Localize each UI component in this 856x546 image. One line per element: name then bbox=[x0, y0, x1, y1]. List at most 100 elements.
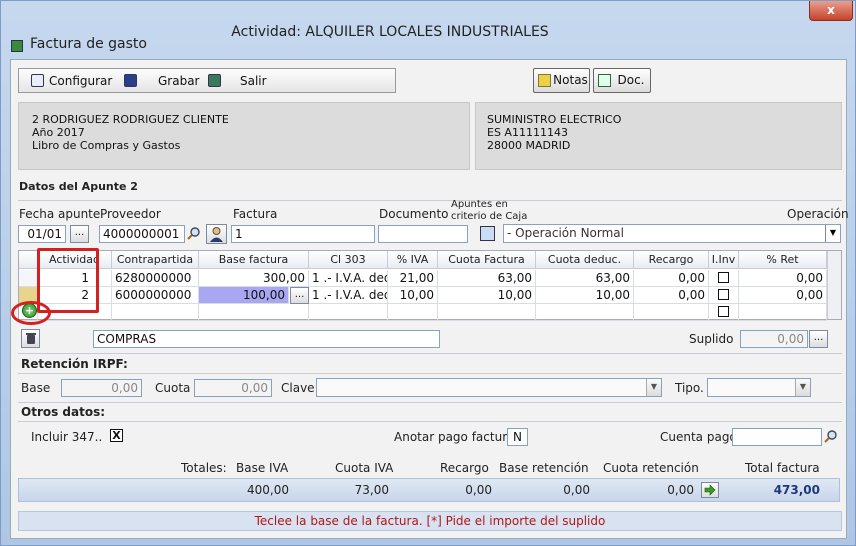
total-factura-label: Total factura bbox=[745, 461, 820, 475]
iinv-checkbox[interactable] bbox=[718, 306, 729, 317]
total-factura: 473,00 bbox=[773, 483, 820, 497]
documento-input[interactable] bbox=[378, 225, 468, 243]
cell-recargo[interactable]: 0,00 bbox=[634, 270, 709, 287]
cuota-ret-label: Cuota retención bbox=[603, 461, 699, 475]
cell-new[interactable] bbox=[112, 304, 199, 321]
supplier-nif: ES A11111143 bbox=[487, 126, 568, 139]
ret-tipo-select[interactable]: ▼ bbox=[707, 378, 811, 397]
cell-new[interactable] bbox=[634, 304, 709, 321]
search-icon[interactable] bbox=[187, 226, 201, 240]
ret-cuota-label: Cuota bbox=[155, 381, 191, 395]
salir-button[interactable]: Salir bbox=[208, 69, 267, 93]
client-name: 2 RODRIGUEZ RODRIGUEZ CLIENTE bbox=[32, 113, 229, 126]
cell-cl303[interactable]: 1 .- I.V.A. ded bbox=[309, 270, 388, 287]
cell-new[interactable] bbox=[309, 304, 388, 321]
row-selector-header bbox=[19, 251, 38, 269]
chevron-down-icon[interactable]: ▼ bbox=[795, 379, 810, 396]
person-icon[interactable] bbox=[206, 224, 227, 244]
cell-iva[interactable]: 10,00 bbox=[388, 287, 438, 304]
col-cuota-factura[interactable]: Cuota Factura bbox=[438, 251, 536, 269]
col-contrapartida[interactable]: Contrapartida bbox=[112, 251, 199, 269]
chevron-down-icon[interactable]: ▼ bbox=[646, 379, 661, 396]
col-iva[interactable]: % IVA bbox=[388, 251, 438, 269]
cell-new[interactable] bbox=[438, 304, 536, 321]
cell-deduc[interactable]: 10,00 bbox=[536, 287, 634, 304]
caja-label: Apuntes en criterio de Caja bbox=[451, 199, 528, 222]
cell-new[interactable] bbox=[199, 304, 309, 321]
totals-bar: 400,00 73,00 0,00 0,00 0,00 473,00 bbox=[18, 478, 840, 502]
ret-base-input[interactable]: 0,00 bbox=[61, 379, 142, 397]
cell-new[interactable] bbox=[739, 304, 827, 321]
proveedor-input[interactable]: 4000000001 bbox=[99, 225, 185, 243]
suplido-input[interactable]: 0,00 bbox=[740, 330, 808, 348]
factura-input[interactable]: 1 bbox=[231, 225, 375, 243]
fecha-label: Fecha apunte bbox=[19, 207, 101, 221]
cuenta-label: Cuenta pago bbox=[660, 430, 737, 444]
base-ellipsis-button[interactable]: ... bbox=[290, 287, 309, 304]
chevron-down-icon[interactable]: ▼ bbox=[825, 225, 840, 242]
incluir-checkbox[interactable]: X bbox=[110, 429, 123, 442]
invoice-lines-grid: Actividad Contrapartida Base factura Cl … bbox=[18, 250, 842, 321]
ret-clave-select[interactable]: ▼ bbox=[316, 378, 662, 397]
supplier-name: SUMINISTRO ELECTRICO bbox=[487, 113, 622, 126]
cell-contrapartida[interactable]: 6000000000 bbox=[112, 287, 199, 304]
grabar-button[interactable]: Grabar bbox=[124, 69, 200, 93]
cell-new[interactable] bbox=[536, 304, 634, 321]
col-base-factura[interactable]: Base factura bbox=[199, 251, 309, 269]
configurar-button[interactable]: Configurar bbox=[31, 69, 112, 93]
total-recargo: 0,00 bbox=[465, 483, 492, 497]
cell-contrapartida[interactable]: 6280000000 bbox=[112, 270, 199, 287]
cell-iinv[interactable] bbox=[709, 304, 739, 321]
form-subtitle: Factura de gasto bbox=[30, 36, 147, 52]
document-tree-icon bbox=[598, 74, 611, 87]
col-cuota-deduc[interactable]: Cuota deduc. bbox=[536, 251, 634, 269]
iinv-checkbox[interactable] bbox=[718, 289, 729, 300]
arrow-right-icon[interactable] bbox=[701, 482, 719, 498]
operacion-label: Operación bbox=[787, 207, 849, 221]
iinv-checkbox[interactable] bbox=[718, 272, 729, 283]
cell-deduc[interactable]: 63,00 bbox=[536, 270, 634, 287]
ret-cuota-input[interactable]: 0,00 bbox=[194, 379, 272, 397]
operacion-select[interactable]: - Operación Normal ▼ bbox=[503, 224, 841, 243]
client-year: Año 2017 bbox=[32, 126, 85, 139]
cell-base[interactable]: 300,00 bbox=[199, 270, 309, 287]
doc-button[interactable]: Doc. bbox=[593, 68, 651, 93]
cuenta-input[interactable] bbox=[732, 428, 822, 446]
fecha-input[interactable]: 01/01 bbox=[18, 225, 66, 243]
highlight-ring bbox=[11, 301, 51, 325]
concepto-input[interactable]: COMPRAS bbox=[93, 330, 440, 348]
cell-new[interactable] bbox=[388, 304, 438, 321]
retencion-heading: Retención IRPF: bbox=[21, 357, 128, 371]
factura-label: Factura bbox=[233, 207, 278, 221]
anotar-input[interactable]: N bbox=[507, 428, 528, 446]
fecha-picker-button[interactable]: ... bbox=[70, 225, 89, 243]
search-icon[interactable] bbox=[824, 429, 838, 443]
cell-cuota[interactable]: 63,00 bbox=[438, 270, 536, 287]
notes-icon bbox=[538, 74, 551, 87]
cell-recargo[interactable]: 0,00 bbox=[634, 287, 709, 304]
row-selector[interactable] bbox=[19, 270, 38, 287]
col-ret[interactable]: % Ret bbox=[739, 251, 827, 269]
cell-ret[interactable]: 0,00 bbox=[739, 287, 827, 304]
cell-cuota[interactable]: 10,00 bbox=[438, 287, 536, 304]
configurar-label: Configurar bbox=[49, 74, 113, 88]
cell-cl303[interactable]: 1 .- I.V.A. ded bbox=[309, 287, 388, 304]
trash-icon[interactable] bbox=[21, 329, 40, 348]
col-cl303[interactable]: Cl 303 bbox=[309, 251, 388, 269]
cell-iinv[interactable] bbox=[709, 270, 739, 287]
col-iinv[interactable]: I.Inv bbox=[709, 251, 739, 269]
cell-base-editing[interactable]: 100,00 bbox=[199, 287, 289, 304]
col-recargo[interactable]: Recargo bbox=[634, 251, 709, 269]
total-base-iva: 400,00 bbox=[247, 483, 289, 497]
notas-button[interactable]: Notas bbox=[533, 68, 590, 93]
cell-iinv[interactable] bbox=[709, 287, 739, 304]
close-button[interactable]: x bbox=[809, 1, 853, 21]
grid-scrollbar[interactable] bbox=[827, 251, 841, 319]
cell-iva[interactable]: 21,00 bbox=[388, 270, 438, 287]
cell-ret[interactable]: 0,00 bbox=[739, 270, 827, 287]
caja-checkbox[interactable] bbox=[480, 226, 495, 241]
suplido-button[interactable]: ... bbox=[809, 330, 828, 348]
total-cuota-iva: 73,00 bbox=[354, 483, 389, 497]
supplier-info: SUMINISTRO ELECTRICO ES A11111143 28000 … bbox=[475, 102, 842, 170]
otros-heading: Otros datos: bbox=[21, 405, 106, 419]
